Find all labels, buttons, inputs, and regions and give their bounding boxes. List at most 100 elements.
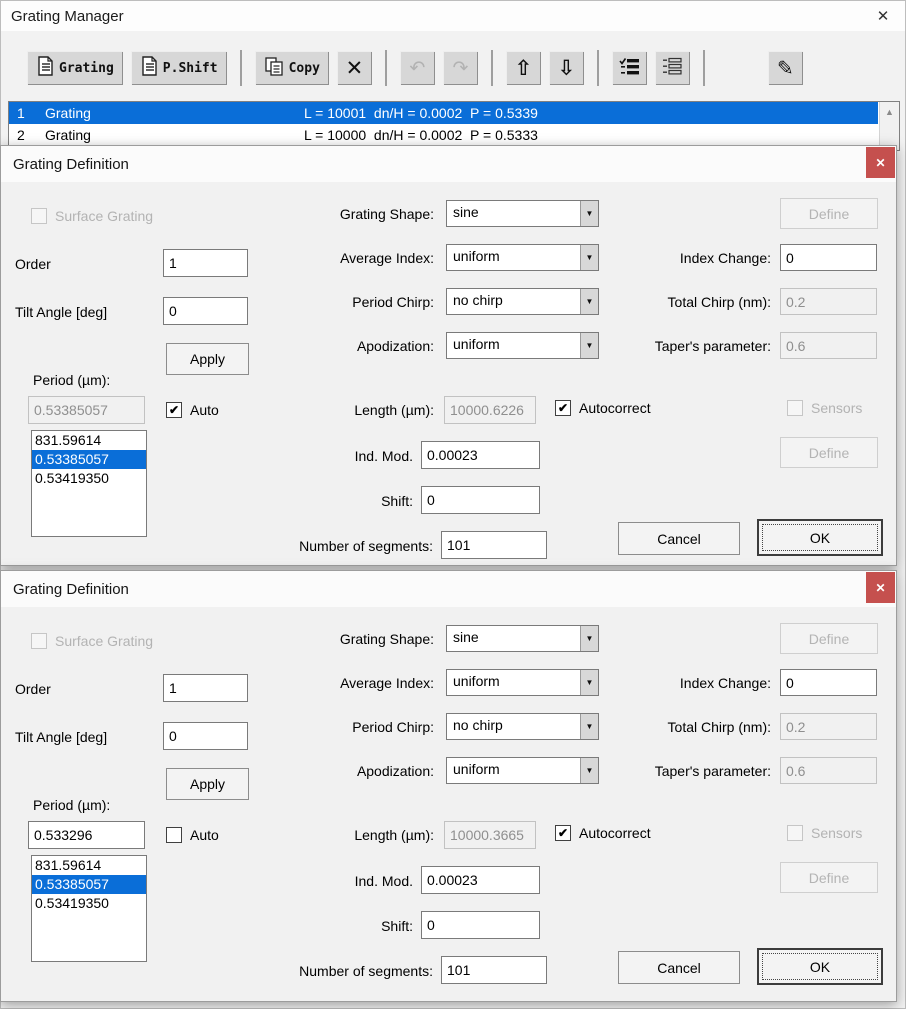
auto-checkbox[interactable]: ✔ Auto	[166, 402, 219, 418]
move-down-button[interactable]: ⇩	[549, 51, 584, 85]
period-listbox[interactable]: 831.59614 0.53385057 0.53419350	[31, 430, 147, 537]
grating-list: 1 Grating L = 10001 dn/H = 0.0002 P = 0.…	[8, 101, 900, 151]
list-item[interactable]: 2 Grating L = 10000 dn/H = 0.0002 P = 0.…	[9, 124, 878, 146]
period-chirp-select[interactable]: no chirp ▼	[446, 288, 599, 315]
copy-button-label: Copy	[289, 61, 320, 76]
period-field	[28, 396, 145, 424]
period-option[interactable]: 831.59614	[32, 856, 146, 875]
apply-button[interactable]: Apply	[166, 343, 249, 375]
redo-button: ↷	[443, 51, 478, 85]
shift-label: Shift:	[251, 493, 413, 509]
chevron-down-icon[interactable]: ▼	[580, 289, 598, 314]
checkbox-box[interactable]: ✔	[555, 825, 571, 841]
ind-mod-label: Ind. Mod.	[251, 448, 413, 464]
autocorrect-checkbox[interactable]: ✔ Autocorrect	[555, 825, 651, 841]
scroll-up-icon[interactable]: ▲	[880, 102, 899, 122]
delete-button[interactable]: ✕	[337, 51, 372, 85]
toolbar-separator	[240, 50, 242, 86]
tilt-angle-field[interactable]	[163, 297, 248, 325]
apodization-value: uniform	[447, 758, 580, 783]
dialog-close-button[interactable]: ✕	[866, 147, 895, 178]
autocorrect-label: Autocorrect	[579, 400, 651, 416]
window-close-icon[interactable]: ✕	[861, 1, 905, 31]
pshift-button[interactable]: P.Shift	[131, 51, 227, 85]
chevron-down-icon[interactable]: ▼	[580, 333, 598, 358]
chevron-down-icon[interactable]: ▼	[580, 714, 598, 739]
period-chirp-select[interactable]: no chirp ▼	[446, 713, 599, 740]
dialog-close-button[interactable]: ✕	[866, 572, 895, 603]
list-item[interactable]: 1 Grating L = 10001 dn/H = 0.0002 P = 0.…	[9, 102, 878, 124]
shift-field[interactable]	[421, 486, 540, 514]
define-bottom-button: Define	[780, 437, 878, 468]
average-index-value: uniform	[447, 670, 580, 695]
shift-field[interactable]	[421, 911, 540, 939]
period-option[interactable]: 0.53385057	[32, 875, 146, 894]
index-change-field[interactable]	[780, 244, 877, 271]
grating-shape-value: sine	[447, 626, 580, 651]
cancel-label: Cancel	[657, 960, 701, 976]
apodization-select[interactable]: uniform ▼	[446, 332, 599, 359]
period-listbox[interactable]: 831.59614 0.53385057 0.53419350	[31, 855, 147, 962]
close-icon: ✕	[875, 156, 885, 170]
move-up-button[interactable]: ⇧	[506, 51, 541, 85]
screen: Grating Manager ✕ Grating P.Shift	[0, 0, 906, 1009]
grating-button-label: Grating	[59, 61, 114, 76]
sensors-checkbox: Sensors	[787, 400, 862, 416]
chevron-down-icon[interactable]: ▼	[580, 670, 598, 695]
ok-button[interactable]: OK	[757, 948, 883, 985]
grating-info: L = 10001 dn/H = 0.0002 P = 0.5339	[304, 105, 538, 121]
length-field	[444, 396, 536, 424]
list-button[interactable]	[655, 51, 690, 85]
pshift-button-label: P.Shift	[163, 61, 218, 76]
grating-shape-select[interactable]: sine ▼	[446, 200, 599, 227]
grating-shape-select[interactable]: sine ▼	[446, 625, 599, 652]
chevron-down-icon[interactable]: ▼	[580, 201, 598, 226]
segments-field[interactable]	[441, 956, 547, 984]
checkbox-box[interactable]	[166, 827, 182, 843]
tilt-angle-field[interactable]	[163, 722, 248, 750]
period-option[interactable]: 0.53419350	[32, 469, 146, 488]
auto-label: Auto	[190, 402, 219, 418]
chevron-down-icon[interactable]: ▼	[580, 626, 598, 651]
cancel-button[interactable]: Cancel	[618, 951, 740, 984]
average-index-label: Average Index:	[251, 250, 434, 266]
period-option[interactable]: 0.53385057	[32, 450, 146, 469]
average-index-select[interactable]: uniform ▼	[446, 244, 599, 271]
apodization-label: Apodization:	[251, 338, 434, 354]
apply-button[interactable]: Apply	[166, 768, 249, 800]
apodization-select[interactable]: uniform ▼	[446, 757, 599, 784]
grating-info: L = 10000 dn/H = 0.0002 P = 0.5333	[304, 127, 538, 143]
chevron-down-icon[interactable]: ▼	[580, 758, 598, 783]
order-field[interactable]	[163, 249, 248, 277]
checkbox-box[interactable]: ✔	[555, 400, 571, 416]
period-field[interactable]	[28, 821, 145, 849]
define-bottom-button: Define	[780, 862, 878, 893]
ok-button[interactable]: OK	[757, 519, 883, 556]
chevron-down-icon[interactable]: ▼	[580, 245, 598, 270]
period-option[interactable]: 831.59614	[32, 431, 146, 450]
order-field[interactable]	[163, 674, 248, 702]
checkbox-box[interactable]: ✔	[166, 402, 182, 418]
taper-parameter-field	[780, 757, 877, 784]
redo-icon: ↷	[452, 57, 468, 79]
segments-field[interactable]	[441, 531, 547, 559]
cancel-button[interactable]: Cancel	[618, 522, 740, 555]
sensors-label: Sensors	[811, 400, 862, 416]
grating-definition-dialog: Grating Definition ✕ Surface Grating Gra…	[0, 570, 897, 1002]
apodization-label: Apodization:	[251, 763, 434, 779]
index-change-field[interactable]	[780, 669, 877, 696]
ind-mod-field[interactable]	[421, 441, 540, 469]
period-option[interactable]: 0.53419350	[32, 894, 146, 913]
auto-checkbox[interactable]: Auto	[166, 827, 219, 843]
checkbox-box	[31, 208, 47, 224]
copy-button[interactable]: Copy	[255, 51, 329, 85]
grating-button[interactable]: Grating	[27, 51, 123, 85]
undo-icon: ↶	[409, 57, 425, 79]
period-chirp-value: no chirp	[447, 714, 580, 739]
scrollbar[interactable]: ▲	[879, 102, 899, 150]
ind-mod-field[interactable]	[421, 866, 540, 894]
autocorrect-checkbox[interactable]: ✔ Autocorrect	[555, 400, 651, 416]
average-index-select[interactable]: uniform ▼	[446, 669, 599, 696]
checklist-button[interactable]	[612, 51, 647, 85]
edit-button[interactable]: ✎	[768, 51, 803, 85]
